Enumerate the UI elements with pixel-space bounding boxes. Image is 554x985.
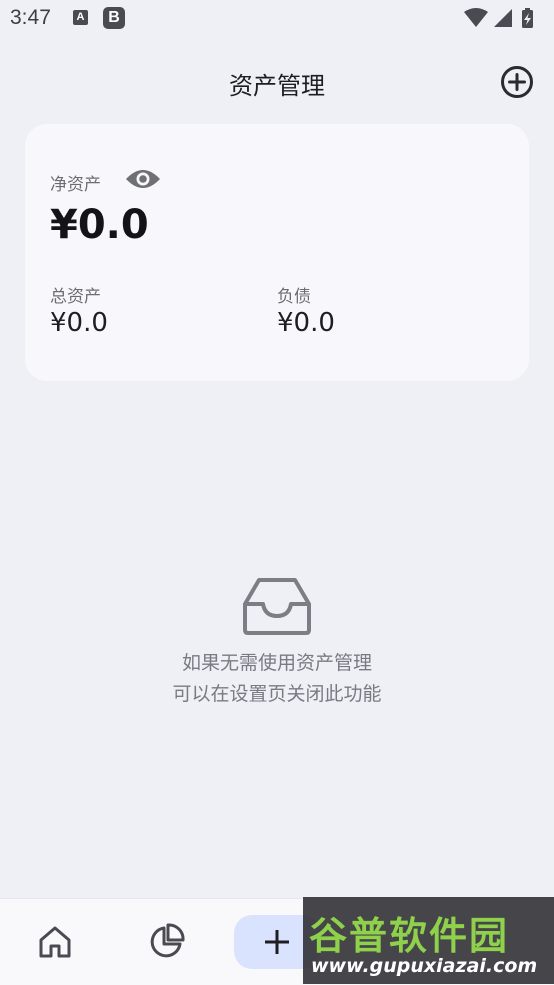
app-header: 资产管理 bbox=[0, 55, 554, 107]
inbox-icon bbox=[243, 578, 311, 635]
pie-chart-icon bbox=[150, 923, 185, 958]
signal-icon bbox=[494, 9, 512, 27]
watermark-url: www.gupuxiazai.com bbox=[311, 955, 538, 977]
empty-state: 如果无需使用资产管理 可以在设置页关闭此功能 bbox=[0, 576, 554, 710]
add-asset-button[interactable] bbox=[499, 64, 535, 100]
watermark-overlay: 谷普软件园 www.gupuxiazai.com bbox=[303, 897, 554, 984]
eye-icon bbox=[126, 170, 160, 188]
a-notification-icon: A bbox=[73, 10, 88, 25]
liabilities-value: ¥0.0 bbox=[277, 308, 335, 338]
net-assets-value: ¥0.0 bbox=[50, 202, 149, 248]
add-circle-icon bbox=[501, 66, 533, 98]
nav-statistics-tab[interactable] bbox=[147, 923, 185, 961]
toggle-visibility-button[interactable] bbox=[125, 165, 161, 193]
total-assets-value: ¥0.0 bbox=[50, 308, 108, 338]
battery-charging-icon bbox=[522, 8, 533, 28]
empty-message-line-1: 如果无需使用资产管理 bbox=[181, 652, 372, 674]
plus-icon bbox=[265, 930, 289, 954]
net-assets-label: 净资产 bbox=[50, 175, 101, 195]
page-title: 资产管理 bbox=[229, 72, 325, 100]
wifi-icon bbox=[464, 8, 488, 27]
liabilities-label: 负债 bbox=[277, 287, 311, 307]
nav-home-tab[interactable] bbox=[36, 923, 74, 961]
watermark-logo: 谷普软件园 bbox=[309, 914, 510, 958]
status-indicators bbox=[464, 7, 544, 29]
b-notification-icon: B bbox=[103, 7, 125, 29]
status-bar: 3:47 A B bbox=[0, 0, 554, 38]
total-assets-label: 总资产 bbox=[50, 287, 101, 307]
empty-message-line-2: 可以在设置页关闭此功能 bbox=[172, 683, 382, 705]
home-icon bbox=[39, 926, 71, 958]
status-time: 3:47 bbox=[10, 6, 51, 29]
asset-summary-card: 净资产 ¥0.0 总资产 ¥0.0 负债 ¥0.0 bbox=[25, 124, 529, 381]
